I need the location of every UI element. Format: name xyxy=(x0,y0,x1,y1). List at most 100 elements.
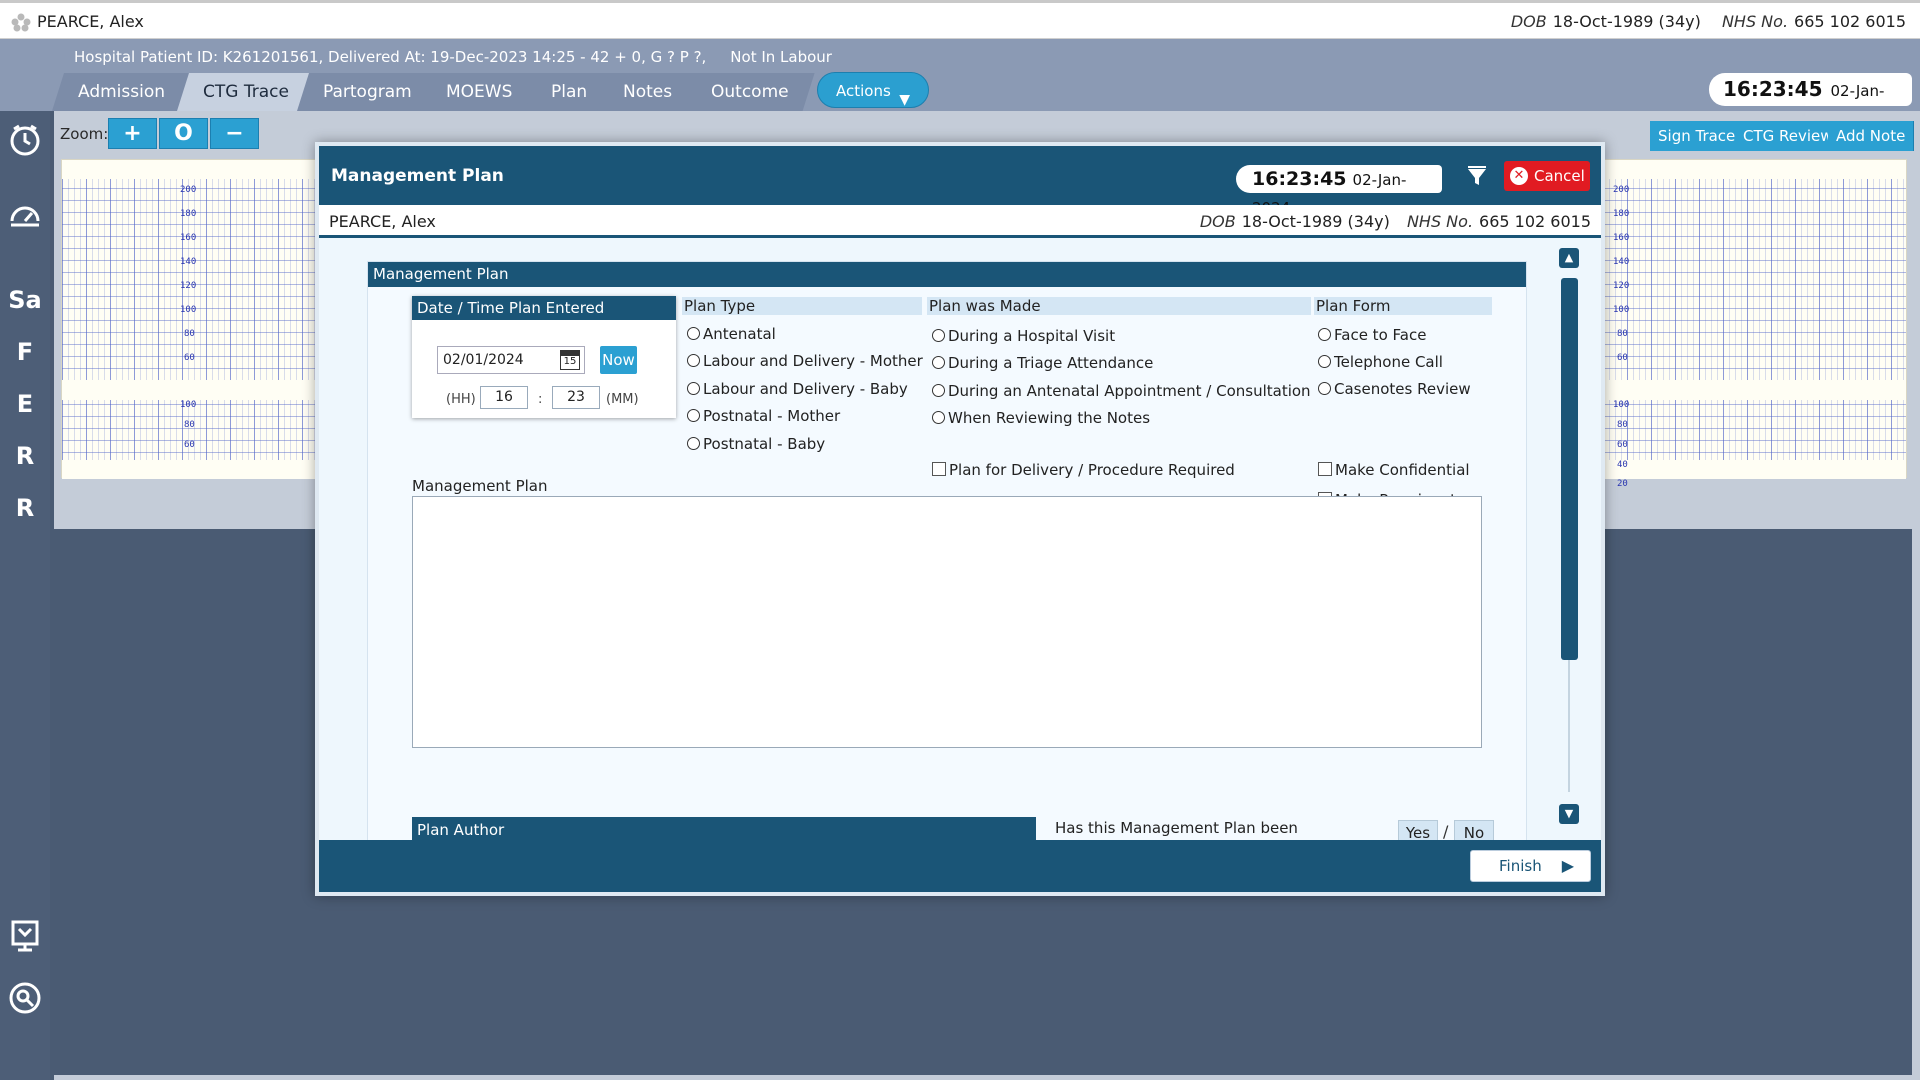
calendar-icon[interactable]: 15 xyxy=(560,350,580,370)
fhr-tick: 100 xyxy=(1613,305,1630,315)
sidebar-letter-e[interactable]: E xyxy=(6,385,44,423)
sidebar-letter-f[interactable]: F xyxy=(6,333,44,371)
toco-tick: 80 xyxy=(184,420,195,430)
search-icon[interactable] xyxy=(6,981,44,1019)
filter-icon[interactable] xyxy=(1466,166,1488,188)
management-plan-form: Management Plan Date / Time Plan Entered… xyxy=(367,261,1527,844)
time-separator: : xyxy=(538,392,543,407)
zoom-in-button[interactable]: + xyxy=(108,118,157,149)
plan-form-header: Plan Form xyxy=(1314,297,1492,315)
fhr-tick: 140 xyxy=(1613,257,1630,267)
fhr-tick: 160 xyxy=(1613,233,1630,243)
tab-admission[interactable]: Admission xyxy=(52,73,191,111)
scroll-down-button[interactable]: ▼ xyxy=(1559,804,1579,824)
close-icon: ✕ xyxy=(1510,167,1528,185)
datetime-card: Date / Time Plan Entered 02/01/2024 15 N… xyxy=(412,296,676,418)
scrollbar-thumb[interactable] xyxy=(1561,278,1578,660)
ctg-trace-left: 200 180 160 140 120 100 80 60 100 80 60 xyxy=(61,159,321,479)
fhr-tick: 200 xyxy=(180,185,197,195)
option-label: Telephone Call xyxy=(1334,353,1443,371)
current-time: 16:23:45 xyxy=(1723,77,1823,101)
checkbox-label: Plan for Delivery / Procedure Required xyxy=(949,461,1235,479)
dob-value: 18-Oct-1989 (34y) xyxy=(1552,12,1701,31)
option-label: During a Hospital Visit xyxy=(948,327,1116,345)
sidebar-letter-r2[interactable]: R xyxy=(6,489,44,527)
speedometer-icon[interactable] xyxy=(6,197,44,235)
sidebar-letter-r1[interactable]: R xyxy=(6,437,44,475)
dialog-dob-value: 18-Oct-1989 (34y) xyxy=(1241,212,1390,231)
clock-icon[interactable] xyxy=(6,123,44,161)
add-note-button[interactable]: Add Note xyxy=(1828,121,1915,151)
radio-form-casenotes[interactable]: Casenotes Review xyxy=(1318,380,1471,398)
dob-label: DOB xyxy=(1510,12,1547,31)
dialog-patient-name: PEARCE, Alex xyxy=(329,212,436,231)
tab-notes[interactable]: Notes xyxy=(597,73,698,111)
management-plan-label: Management Plan xyxy=(412,477,548,495)
radio-plan-type-ld-baby[interactable]: Labour and Delivery - Baby xyxy=(687,380,908,398)
tab-moews[interactable]: MOEWS xyxy=(420,73,538,111)
radio-plan-type-antenatal[interactable]: Antenatal xyxy=(687,325,776,343)
radio-form-face-to-face[interactable]: Face to Face xyxy=(1318,326,1426,344)
patient-banner: PEARCE, Alex DOB 18-Oct-1989 (34y) NHS No… xyxy=(0,0,1920,39)
checkbox-delivery-procedure[interactable]: Plan for Delivery / Procedure Required xyxy=(932,461,1235,479)
tab-partogram[interactable]: Partogram xyxy=(297,73,438,111)
tab-ctg-trace[interactable]: CTG Trace xyxy=(177,73,315,111)
toco-tick: 60 xyxy=(184,440,195,450)
radio-made-reviewing-notes[interactable]: When Reviewing the Notes xyxy=(932,409,1150,427)
actions-menu-button[interactable]: Actions ▼ xyxy=(817,72,929,108)
radio-plan-type-postnatal-mother[interactable]: Postnatal - Mother xyxy=(687,407,840,425)
fhr-tick: 180 xyxy=(180,209,197,219)
checkbox-icon xyxy=(932,462,946,476)
radio-made-hospital-visit[interactable]: During a Hospital Visit xyxy=(932,327,1115,345)
yes-no-separator: / xyxy=(1443,822,1449,841)
radio-plan-type-ld-mother[interactable]: Labour and Delivery - Mother xyxy=(687,352,923,370)
option-label: Labour and Delivery - Baby xyxy=(703,380,908,398)
radio-icon xyxy=(932,329,945,342)
dialog-patient-identifiers: DOB 18-Oct-1989 (34y) NHS No. 665 102 6015 xyxy=(1200,212,1591,231)
radio-form-telephone[interactable]: Telephone Call xyxy=(1318,353,1443,371)
management-plan-dialog: Management Plan 16:23:4502-Jan-2024 ✕ Ca… xyxy=(315,142,1605,896)
fhr-tick: 160 xyxy=(180,233,197,243)
labour-status: Not In Labour xyxy=(730,48,832,66)
management-plan-textarea[interactable] xyxy=(412,496,1482,748)
plan-made-header: Plan was Made xyxy=(927,297,1311,315)
cancel-button[interactable]: ✕ Cancel xyxy=(1504,161,1590,191)
now-button[interactable]: Now xyxy=(600,346,637,374)
checkbox-label: Make Confidential xyxy=(1335,461,1470,479)
toco-tick: 80 xyxy=(1617,420,1628,430)
tab-outcome[interactable]: Outcome xyxy=(685,73,815,111)
plan-date-input[interactable]: 02/01/2024 15 xyxy=(437,346,585,374)
dialog-time-display: 16:23:4502-Jan-2024 xyxy=(1236,165,1442,217)
hour-input[interactable]: 16 xyxy=(480,386,528,409)
fhr-tick: 80 xyxy=(1617,329,1628,339)
radio-icon xyxy=(1318,328,1331,341)
checkbox-make-confidential[interactable]: Make Confidential xyxy=(1318,461,1470,479)
fhr-tick: 200 xyxy=(1613,185,1630,195)
option-label: Postnatal - Mother xyxy=(703,407,841,425)
radio-plan-type-postnatal-baby[interactable]: Postnatal - Baby xyxy=(687,435,825,453)
dialog-dob-label: DOB xyxy=(1199,212,1236,231)
finish-button[interactable]: Finish ▶ xyxy=(1470,850,1591,882)
fhr-tick: 100 xyxy=(180,305,197,315)
toco-tick: 20 xyxy=(1617,479,1628,489)
minute-input[interactable]: 23 xyxy=(552,386,600,409)
play-arrow-icon: ▶ xyxy=(1561,856,1574,875)
zoom-out-button[interactable]: − xyxy=(210,118,259,149)
monitor-icon[interactable] xyxy=(6,919,44,957)
plan-date-value: 02/01/2024 xyxy=(443,352,524,368)
plan-type-header: Plan Type xyxy=(682,297,922,315)
dialog-footer: Finish ▶ xyxy=(319,840,1601,892)
sign-trace-button[interactable]: Sign Trace xyxy=(1650,121,1745,151)
sidebar-letter-sa[interactable]: Sa xyxy=(6,281,44,319)
radio-icon xyxy=(1318,355,1331,368)
zoom-label: Zoom: xyxy=(60,125,109,143)
ctg-review-button[interactable]: CTG Review xyxy=(1735,121,1842,151)
option-label: Labour and Delivery - Mother xyxy=(703,352,923,370)
radio-made-triage[interactable]: During a Triage Attendance xyxy=(932,354,1153,372)
toco-tick: 100 xyxy=(180,400,197,410)
form-section-title: Management Plan xyxy=(368,262,1526,287)
radio-made-antenatal-appointment[interactable]: During an Antenatal Appointment / Consul… xyxy=(932,382,1311,400)
scroll-up-button[interactable]: ▲ xyxy=(1559,248,1579,268)
zoom-reset-button[interactable]: O xyxy=(159,118,208,149)
radio-icon xyxy=(687,382,700,395)
